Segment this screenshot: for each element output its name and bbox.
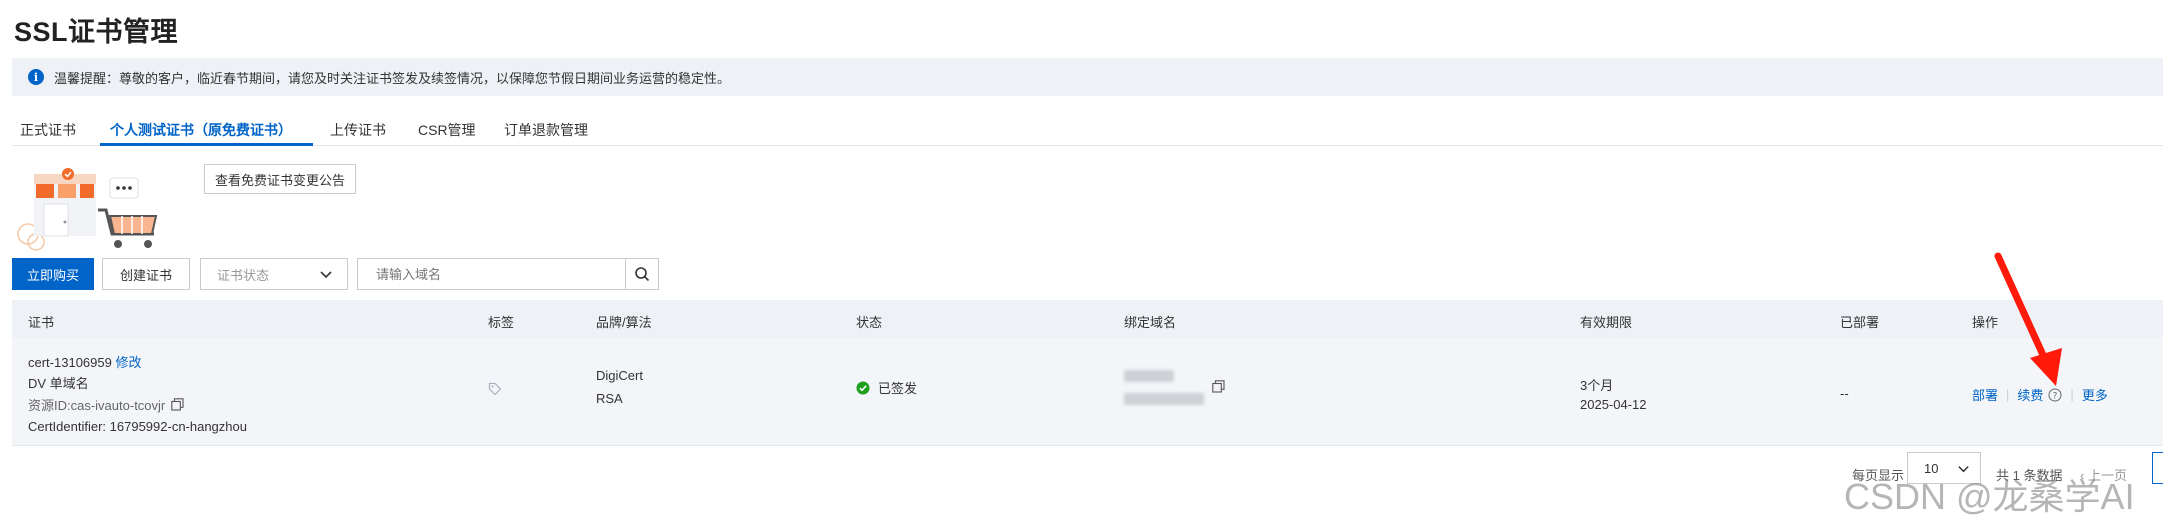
algorithm: RSA [596,391,623,406]
page-title: SSL证书管理 [14,17,179,47]
tag-icon[interactable] [488,382,502,396]
cert-type: DV 单域名 [28,376,89,391]
current-page-button[interactable] [2152,452,2163,484]
csdn-watermark: CSDN @龙桑学AI [1844,476,2135,517]
header-tag: 标签 [488,315,515,330]
resource-id: 资源ID:cas-ivauto-tcovjr [28,398,166,413]
cert-id: cert-13106959 [28,355,112,370]
active-tab-indicator [100,143,313,146]
validity-period: 3个月 [1580,378,1614,393]
table-row: cert-13106959 修改 DV 单域名 资源ID:cas-ivauto-… [12,338,2163,446]
tab-personal-test-cert[interactable]: 个人测试证书（原免费证书） [110,120,292,140]
create-cert-button[interactable]: 创建证书 [102,258,190,290]
buy-now-button[interactable]: 立即购买 [12,258,94,290]
more-link[interactable]: 更多 [2082,385,2108,404]
tab-csr-management[interactable]: CSR管理 [418,120,476,140]
brand: DigiCert [596,368,643,383]
header-domain: 绑定域名 [1124,315,1177,330]
expiry-date: 2025-04-12 [1580,397,1647,412]
cert-identifier: CertIdentifier: 16795992-cn-hangzhou [28,419,247,434]
notice-text: 温馨提醒：尊敬的客户，临近春节期间，请您及时关注证书签发及续签情况，以保障您节假… [54,70,731,86]
svg-text:?: ? [2053,391,2058,401]
bound-domain-blurred [1124,370,1204,408]
header-brand: 品牌/算法 [596,315,652,330]
header-deployed: 已部署 [1840,315,1880,330]
shop-cart-illustration [17,168,158,251]
tab-bar: 正式证书 个人测试证书（原免费证书） 上传证书 CSR管理 订单退款管理 [12,106,2163,146]
status-cell: 已签发 [856,378,917,397]
header-status: 状态 [856,315,883,330]
tab-official-cert[interactable]: 正式证书 [20,120,76,140]
search-icon [635,267,650,282]
info-icon: i [28,69,44,85]
table-header: 证书 标签 品牌/算法 状态 绑定域名 有效期限 已部署 操作 [12,300,2163,338]
domain-search-input[interactable] [374,265,608,283]
status-text: 已签发 [878,381,918,396]
free-cert-announcement-button[interactable]: 查看免费证书变更公告 [204,164,356,194]
copy-icon[interactable] [171,398,184,411]
cert-status-placeholder: 证书状态 [217,267,270,283]
tab-upload-cert[interactable]: 上传证书 [330,120,386,140]
notice-banner: i 温馨提醒：尊敬的客户，临近春节期间，请您及时关注证书签发及续签情况，以保障您… [12,58,2163,96]
header-cert: 证书 [28,315,55,330]
tab-refund-management[interactable]: 订单退款管理 [504,120,588,140]
resource-id-cell: 资源ID:cas-ivauto-tcovjr [28,395,184,414]
deployed-value: -- [1840,386,1849,401]
modify-link[interactable]: 修改 [115,355,141,370]
cert-id-cell: cert-13106959 修改 [28,352,141,371]
domain-search [357,258,659,290]
cert-status-select[interactable]: 证书状态 [200,258,348,290]
search-button[interactable] [625,259,658,289]
header-validity: 有效期限 [1580,315,1633,330]
red-arrow-annotation [1994,252,2062,386]
check-circle-icon [856,381,870,394]
copy-icon[interactable] [1212,380,1225,393]
action-divider: | [2070,387,2074,402]
chevron-down-icon [320,271,332,279]
